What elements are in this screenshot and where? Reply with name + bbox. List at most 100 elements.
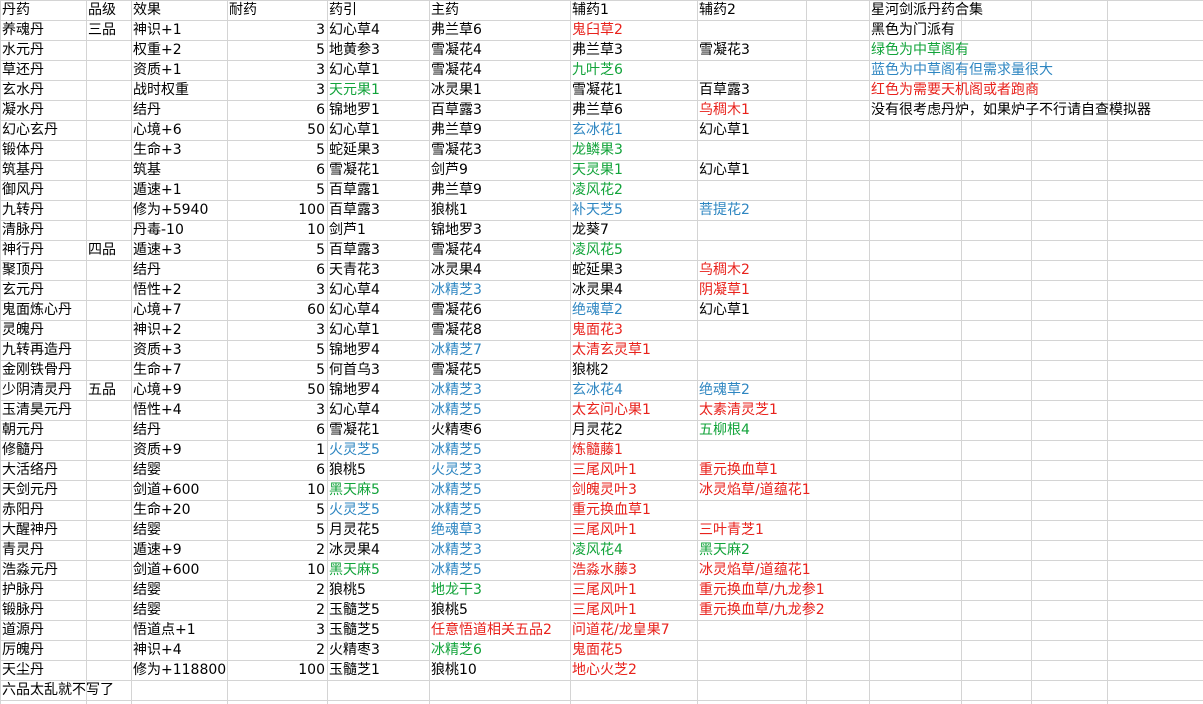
main-herb-cell[interactable]: 狼桃5: [429, 600, 570, 620]
effect-cell[interactable]: 修为+118800: [131, 660, 227, 680]
tolerance-cell[interactable]: 3: [227, 400, 327, 420]
main-herb-cell[interactable]: 绝魂草3: [429, 520, 570, 540]
aux-herb-1-cell[interactable]: 问道花/龙皇果7: [570, 620, 697, 640]
tolerance-cell[interactable]: 2: [227, 640, 327, 660]
main-herb-cell[interactable]: 冰灵果1: [429, 80, 570, 100]
pill-name-cell[interactable]: 凝水丹: [0, 100, 86, 120]
aux-herb-2-cell[interactable]: 幻心草1: [697, 120, 806, 140]
pill-name-cell[interactable]: 大活络丹: [0, 460, 86, 480]
effect-cell[interactable]: 结丹: [131, 260, 227, 280]
pill-name-cell[interactable]: 灵魄丹: [0, 320, 86, 340]
pill-name-cell[interactable]: 九转丹: [0, 200, 86, 220]
pill-name-cell[interactable]: 锻体丹: [0, 140, 86, 160]
pill-name-cell[interactable]: 天剑元丹: [0, 480, 86, 500]
effect-cell[interactable]: 权重+2: [131, 40, 227, 60]
aux-herb-2-cell[interactable]: 绝魂草2: [697, 380, 806, 400]
aux-herb-1-cell[interactable]: 三尾风叶1: [570, 520, 697, 540]
header-cell[interactable]: 主药: [429, 0, 570, 20]
tolerance-cell[interactable]: 1: [227, 440, 327, 460]
header-cell[interactable]: 药引: [327, 0, 429, 20]
grade-cell[interactable]: 三品: [86, 20, 131, 40]
main-herb-cell[interactable]: 弗兰草9: [429, 120, 570, 140]
grade-cell[interactable]: [86, 160, 131, 180]
grade-cell[interactable]: [86, 620, 131, 640]
tolerance-cell[interactable]: 60: [227, 300, 327, 320]
catalyst-cell[interactable]: 幻心草4: [327, 20, 429, 40]
pill-name-cell[interactable]: 青灵丹: [0, 540, 86, 560]
grade-cell[interactable]: [86, 560, 131, 580]
catalyst-cell[interactable]: 百草露3: [327, 200, 429, 220]
tolerance-cell[interactable]: 6: [227, 420, 327, 440]
aux-herb-1-cell[interactable]: 月灵花2: [570, 420, 697, 440]
catalyst-cell[interactable]: 玉髓芝5: [327, 600, 429, 620]
effect-cell[interactable]: 资质+3: [131, 340, 227, 360]
aux-herb-1-cell[interactable]: 天灵果1: [570, 160, 697, 180]
effect-cell[interactable]: 丹毒-10: [131, 220, 227, 240]
aux-herb-2-cell[interactable]: 乌稠木2: [697, 260, 806, 280]
pill-name-cell[interactable]: 赤阳丹: [0, 500, 86, 520]
catalyst-cell[interactable]: 百草露1: [327, 180, 429, 200]
tolerance-cell[interactable]: 5: [227, 40, 327, 60]
tolerance-cell[interactable]: 3: [227, 80, 327, 100]
aux-herb-2-cell[interactable]: [697, 20, 806, 40]
aux-herb-2-cell[interactable]: 冰灵焰草/道蕴花1: [697, 480, 811, 500]
aux-herb-1-cell[interactable]: 鬼臼草2: [570, 20, 697, 40]
pill-name-cell[interactable]: 天尘丹: [0, 660, 86, 680]
tolerance-cell[interactable]: 6: [227, 160, 327, 180]
grade-cell[interactable]: [86, 120, 131, 140]
grade-cell[interactable]: [86, 360, 131, 380]
effect-cell[interactable]: 修为+5940: [131, 200, 227, 220]
aux-herb-2-cell[interactable]: [697, 620, 806, 640]
main-herb-cell[interactable]: 地龙干3: [429, 580, 570, 600]
catalyst-cell[interactable]: 火精枣3: [327, 640, 429, 660]
catalyst-cell[interactable]: 幻心草1: [327, 120, 429, 140]
legend-note-cell[interactable]: 没有很考虑丹炉，如果炉子不行请自查模拟器: [869, 100, 1151, 120]
grade-cell[interactable]: 四品: [86, 240, 131, 260]
tolerance-cell[interactable]: 3: [227, 20, 327, 40]
grade-cell[interactable]: [86, 520, 131, 540]
catalyst-cell[interactable]: 百草露3: [327, 240, 429, 260]
pill-name-cell[interactable]: 浩淼元丹: [0, 560, 86, 580]
effect-cell[interactable]: 结婴: [131, 460, 227, 480]
grade-cell[interactable]: [86, 140, 131, 160]
main-herb-cell[interactable]: 冰精芝3: [429, 280, 570, 300]
catalyst-cell[interactable]: 锦地罗4: [327, 380, 429, 400]
aux-herb-1-cell[interactable]: 冰灵果4: [570, 280, 697, 300]
main-herb-cell[interactable]: 冰精芝5: [429, 400, 570, 420]
main-herb-cell[interactable]: 雪凝花8: [429, 320, 570, 340]
aux-herb-2-cell[interactable]: 重元换血草/九龙参1: [697, 580, 825, 600]
tolerance-cell[interactable]: 6: [227, 460, 327, 480]
aux-herb-2-cell[interactable]: [697, 660, 806, 680]
pill-name-cell[interactable]: 少阴清灵丹: [0, 380, 86, 400]
pill-name-cell[interactable]: 道源丹: [0, 620, 86, 640]
tolerance-cell[interactable]: 100: [227, 660, 327, 680]
catalyst-cell[interactable]: 玉髓芝1: [327, 660, 429, 680]
effect-cell[interactable]: 剑道+600: [131, 560, 227, 580]
aux-herb-1-cell[interactable]: 炼髓藤1: [570, 440, 697, 460]
aux-herb-1-cell[interactable]: 补天芝5: [570, 200, 697, 220]
main-herb-cell[interactable]: 冰精芝3: [429, 380, 570, 400]
main-herb-cell[interactable]: 百草露3: [429, 100, 570, 120]
tolerance-cell[interactable]: 6: [227, 100, 327, 120]
pill-name-cell[interactable]: 锻脉丹: [0, 600, 86, 620]
aux-herb-1-cell[interactable]: 太玄问心果1: [570, 400, 697, 420]
catalyst-cell[interactable]: 黑天麻5: [327, 480, 429, 500]
effect-cell[interactable]: 遁速+1: [131, 180, 227, 200]
legend-note-cell[interactable]: 绿色为中草阁有: [869, 40, 969, 60]
aux-herb-1-cell[interactable]: 三尾风叶1: [570, 600, 697, 620]
aux-herb-1-cell[interactable]: 弗兰草3: [570, 40, 697, 60]
aux-herb-1-cell[interactable]: 蛇延果3: [570, 260, 697, 280]
aux-herb-1-cell[interactable]: 鬼面花5: [570, 640, 697, 660]
pill-name-cell[interactable]: 九转再造丹: [0, 340, 86, 360]
tolerance-cell[interactable]: 2: [227, 600, 327, 620]
pill-name-cell[interactable]: 草还丹: [0, 60, 86, 80]
aux-herb-2-cell[interactable]: 黑天麻2: [697, 540, 806, 560]
grade-cell[interactable]: [86, 400, 131, 420]
effect-cell[interactable]: 生命+20: [131, 500, 227, 520]
pill-name-cell[interactable]: 聚顶丹: [0, 260, 86, 280]
main-herb-cell[interactable]: 雪凝花4: [429, 240, 570, 260]
catalyst-cell[interactable]: 幻心草4: [327, 280, 429, 300]
aux-herb-1-cell[interactable]: 玄冰花1: [570, 120, 697, 140]
aux-herb-1-cell[interactable]: 三尾风叶1: [570, 580, 697, 600]
legend-note-cell[interactable]: 红色为需要天机阁或者跑商: [869, 80, 1039, 100]
